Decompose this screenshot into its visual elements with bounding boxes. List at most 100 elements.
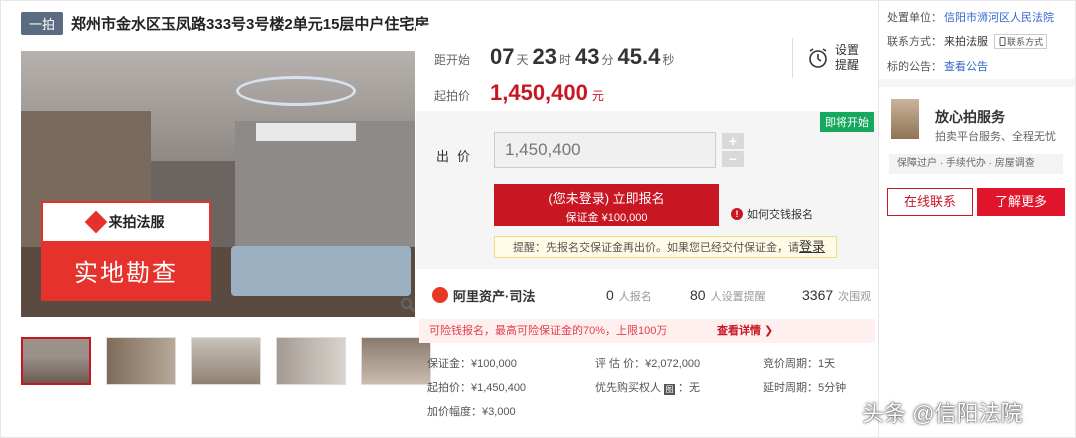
pledge-banner: 可险钱报名，最高可险保证金的70%，上限100万 查看详情 ❯ [419,319,875,343]
online-contact-button[interactable]: 在线联系 [887,188,973,216]
countdown-hours-unit: 时 [558,53,571,67]
signup-count: 0 人报名 [606,287,652,304]
service-title: 放心拍服务 [935,109,1005,125]
start-price-unit: 元 [591,89,604,103]
detail-delay: 延时周期：5分钟 [763,382,847,394]
notice-label: 标的公告： [887,61,942,73]
detail-appraisal: 评 估 价：¥2,072,000 [595,358,701,370]
auction-main-panel: 一拍 郑州市金水区玉凤路333号3号楼2单元15层中户住宅房 来拍法服 实地勘查 [0,0,878,438]
platform-stats-row: 阿里资产·司法 0 人报名 80 人设置提醒 3367 次围观 [416,279,878,311]
status-badge: 即将开始 [820,112,874,132]
page-title: 郑州市金水区玉凤路333号3号楼2单元15层中户住宅房 [71,15,430,33]
sidebar: 处置单位： 信阳市浉河区人民法院 联系方式： 来拍法服 联系方式 标的公告： 查… [878,0,1076,438]
thumbnail-3[interactable] [191,337,261,385]
bid-decrease-button[interactable]: − [722,151,744,167]
login-link[interactable]: 登录 [799,239,825,254]
signup-button-label: (您未登录) 立即报名 [548,191,665,206]
main-photo[interactable]: 来拍法服 实地勘查 [21,51,415,317]
court-row: 处置单位： 信阳市浉河区人民法院 [887,9,1054,25]
watermark: 头条 @信阳法院 [862,401,1023,426]
countdown: 距开始 07 天 23 时 43 分 45.4 秒 [434,44,678,70]
learn-more-button[interactable]: 了解更多 [977,188,1065,216]
detail-priority: 优先购买权人图：无 [595,379,700,395]
countdown-seconds: 45.4 [617,44,661,69]
pledge-text: 可险钱报名，最高可险保证金的70%，上限100万 [429,325,668,337]
phone-icon [999,36,1006,46]
notice-row: 标的公告： 查看公告 [887,58,988,74]
alarm-clock-icon [809,48,827,68]
brand-logo-icon [84,210,107,234]
set-reminder-label: 设置提醒 [835,43,860,72]
sidebar-divider [879,79,1075,87]
building-icon [891,99,919,139]
photo-chandelier [236,76,356,106]
title-row: 一拍 郑州市金水区玉凤路333号3号楼2单元15层中户住宅房 [21,11,429,35]
countdown-hours: 23 [532,44,557,69]
thumbnail-4[interactable] [276,337,346,385]
detail-deposit: 保证金：¥100,000 [427,358,517,370]
sign-brand: 来拍法服 [43,203,209,241]
ali-logo-icon [432,287,448,303]
view-count-label: 次围观 [838,290,872,303]
how-to-pay-text: 如何交钱报名 [747,209,813,221]
reminder-count-label: 人设置提醒 [710,290,766,303]
priority-value: ：无 [678,382,700,394]
signup-button[interactable]: (您未登录) 立即报名 保证金 ¥100,000 [494,184,719,226]
reminder-count-value: 80 [690,286,706,303]
countdown-seconds-unit: 秒 [662,53,675,67]
price-box: 距开始 07 天 23 时 43 分 45.4 秒 设置提醒 起拍价 1,450… [416,26,878,269]
signup-count-value: 0 [606,286,614,303]
bid-input[interactable]: 1,450,400 [494,132,716,168]
start-price-label: 起拍价 [434,89,471,103]
login-reminder: 提醒：先报名交保证金再出价。如果您已经交付保证金，请登录 [494,236,837,258]
contact-button[interactable]: 联系方式 [994,33,1048,49]
detail-increment: 加价幅度：¥3,000 [427,406,516,418]
photo-air-conditioner [256,123,356,141]
detail-start-price: 起拍价：¥1,450,400 [427,382,527,394]
contact-row: 联系方式： 来拍法服 联系方式 [887,33,1048,49]
bid-label: 出价 [436,149,479,164]
photo-sofa [231,246,411,296]
countdown-label: 距开始 [434,53,471,67]
contact-label: 联系方式： [887,36,942,48]
bid-increase-button[interactable]: + [722,133,744,149]
thumbnail-5[interactable] [361,337,431,385]
info-icon: ! [731,208,743,220]
reminder-count: 80 人设置提醒 [690,287,766,304]
pledge-details-link[interactable]: 查看详情 ❯ [717,319,773,343]
contact-value: 来拍法服 [944,36,988,48]
service-tags: 保障过户 · 手续代办 · 房屋调查 [889,154,1063,174]
priority-info-icon[interactable]: 图 [664,384,675,395]
thumbnail-strip [21,337,431,385]
set-reminder-button[interactable]: 设置提醒 [792,38,868,78]
thumbnail-2[interactable] [106,337,176,385]
signup-count-label: 人报名 [618,290,652,303]
countdown-minutes-unit: 分 [601,53,614,67]
zoom-icon[interactable] [400,297,416,313]
sign-brand-text: 来拍法服 [108,214,165,230]
view-count: 3367 次围观 [802,287,871,304]
court-label: 处置单位： [887,12,942,24]
start-price-value: 1,450,400 [490,80,588,105]
notice-link[interactable]: 查看公告 [944,58,988,74]
sign-text: 实地勘查 [43,241,209,299]
platform-name: 阿里资产·司法 [453,288,536,304]
thumbnail-1[interactable] [21,337,91,385]
platform-logo: 阿里资产·司法 [432,286,535,305]
view-count-value: 3367 [802,286,834,303]
how-to-pay-link[interactable]: ! 如何交钱报名 [731,206,813,222]
countdown-days-unit: 天 [516,53,529,67]
countdown-minutes: 43 [575,44,600,69]
service-subtitle: 拍卖平台服务、全程无忧 [935,131,1056,143]
photo-inspection-sign: 来拍法服 实地勘查 [41,201,211,301]
detail-cycle: 竞价周期：1天 [763,358,836,370]
reminder-text: 提醒：先报名交保证金再出价。如果您已经交付保证金，请 [513,242,799,254]
signup-deposit-label: 保证金 ¥100,000 [565,212,648,224]
countdown-days: 07 [490,44,515,69]
priority-label: 优先购买权人 [595,382,661,394]
contact-button-label: 联系方式 [1007,36,1044,47]
auction-round-badge: 一拍 [21,11,64,35]
price-top: 距开始 07 天 23 时 43 分 45.4 秒 设置提醒 起拍价 1,450… [416,26,878,111]
court-link[interactable]: 信阳市浉河区人民法院 [944,9,1054,25]
start-price: 起拍价 1,450,400 元 [434,80,604,106]
